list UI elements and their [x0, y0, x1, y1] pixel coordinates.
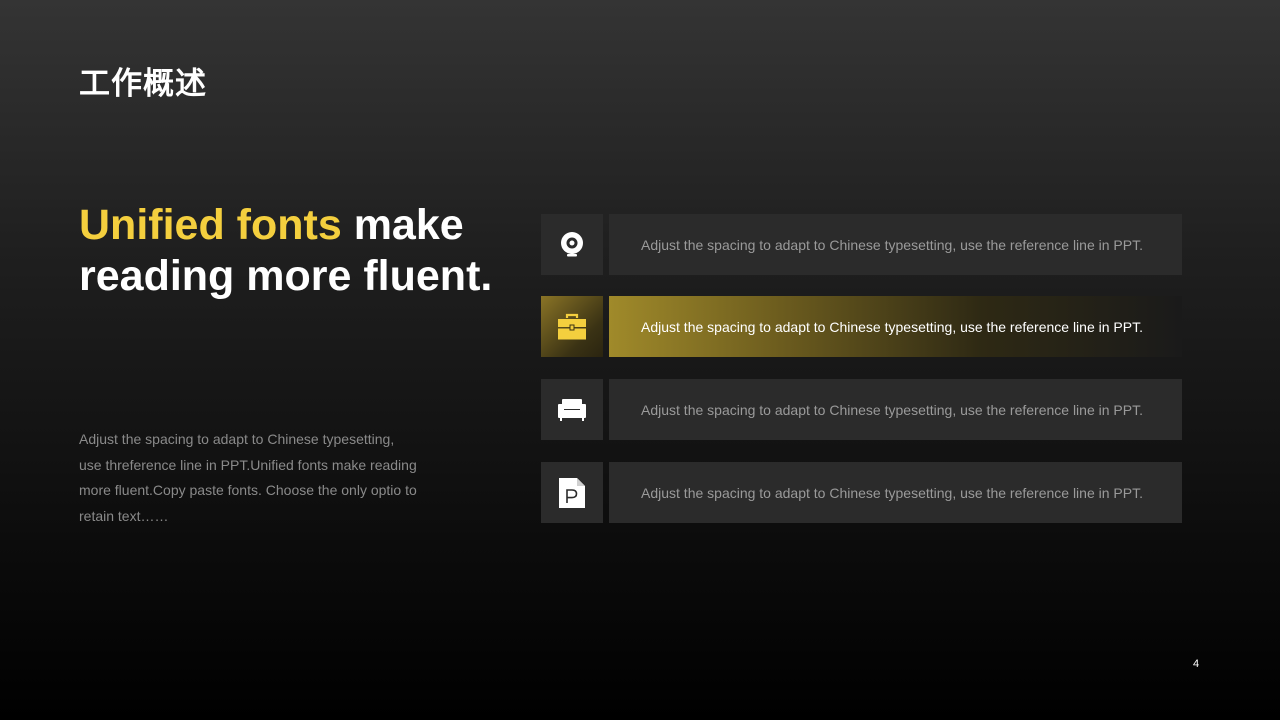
feature-row-sofa[interactable]: Adjust the spacing to adapt to Chinese t…: [541, 379, 1182, 440]
feature-icon-box: [541, 379, 603, 440]
webcam-icon: [558, 231, 586, 259]
feature-row-toolbox[interactable]: Adjust the spacing to adapt to Chinese t…: [541, 296, 1182, 357]
feature-icon-box: [541, 462, 603, 523]
sofa-icon: [557, 397, 587, 423]
description-text: Adjust the spacing to adapt to Chinese t…: [79, 431, 417, 524]
headline-accent: Unified fonts: [79, 201, 342, 249]
page-title: 工作概述: [79, 66, 207, 102]
feature-row-document[interactable]: Adjust the spacing to adapt to Chinese t…: [541, 462, 1182, 523]
feature-text: Adjust the spacing to adapt to Chinese t…: [609, 379, 1182, 440]
page-number: 4: [1192, 658, 1200, 670]
feature-text: Adjust the spacing to adapt to Chinese t…: [609, 462, 1182, 523]
feature-icon-box: [541, 296, 603, 357]
document-p-icon: [558, 477, 586, 509]
feature-text: Adjust the spacing to adapt to Chinese t…: [609, 214, 1182, 275]
headline: Unified fonts make reading more fluent.: [79, 200, 539, 302]
feature-text: Adjust the spacing to adapt to Chinese t…: [609, 296, 1182, 357]
feature-icon-box: [541, 214, 603, 275]
toolbox-icon: [557, 313, 587, 341]
feature-row-webcam[interactable]: Adjust the spacing to adapt to Chinese t…: [541, 214, 1182, 275]
